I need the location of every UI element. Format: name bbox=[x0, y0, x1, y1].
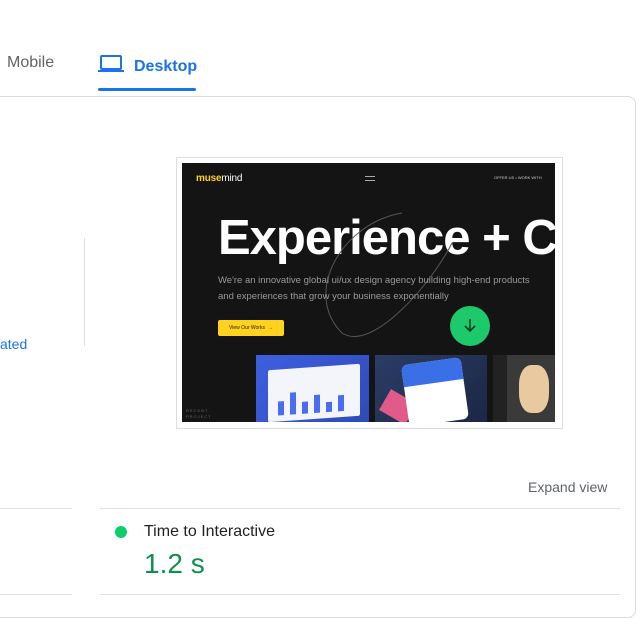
tab-mobile[interactable]: Mobile bbox=[7, 54, 54, 72]
truncated-link[interactable]: ated bbox=[0, 336, 27, 352]
tab-mobile-label: Mobile bbox=[7, 54, 55, 71]
divider bbox=[0, 594, 72, 595]
screenshot-site: musemind OFFER US • WORK WITH Experience… bbox=[182, 163, 555, 422]
page-screenshot-preview[interactable]: musemind OFFER US • WORK WITH Experience… bbox=[176, 157, 563, 429]
divider bbox=[100, 594, 620, 595]
arrow-right-icon: → bbox=[267, 325, 273, 331]
tab-desktop[interactable]: Desktop bbox=[98, 54, 197, 79]
project-thumbnail bbox=[493, 355, 555, 422]
divider bbox=[100, 508, 620, 509]
metric-label: Time to Interactive bbox=[144, 523, 276, 540]
expand-view-link[interactable]: Expand view bbox=[528, 479, 607, 495]
divider bbox=[84, 238, 85, 346]
divider bbox=[0, 508, 72, 509]
site-cta-button: View Our Works → bbox=[218, 320, 284, 336]
menu-icon bbox=[365, 176, 375, 181]
metric-value: 1.2 s bbox=[144, 548, 205, 579]
active-tab-indicator bbox=[98, 88, 196, 91]
project-thumbnail bbox=[375, 355, 487, 422]
site-logo: musemind bbox=[196, 173, 243, 184]
tab-desktop-label: Desktop bbox=[134, 57, 198, 75]
status-dot-icon bbox=[115, 526, 127, 538]
laptop-icon bbox=[98, 54, 124, 79]
site-hero-subtitle: We're an innovative global ui/ux design … bbox=[218, 275, 530, 302]
project-thumbnail bbox=[256, 355, 369, 422]
site-side-text: RECENT PROJECT bbox=[186, 408, 212, 419]
site-nav-links: OFFER US • WORK WITH bbox=[494, 175, 542, 180]
download-icon bbox=[450, 306, 490, 346]
